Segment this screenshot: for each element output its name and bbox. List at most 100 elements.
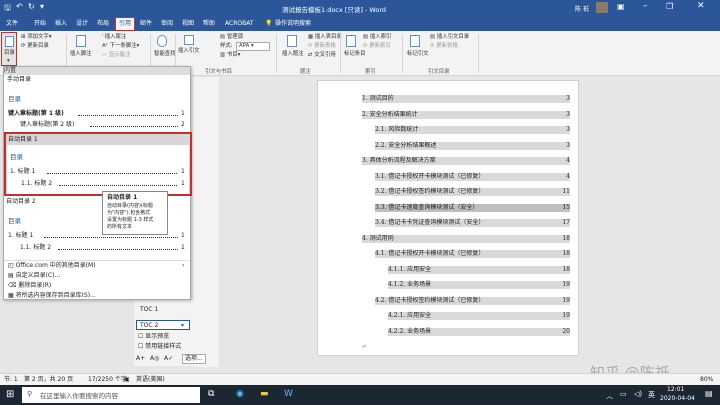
document-page[interactable]: 1. 测试目的 3 2. 安全分析结果统计 3 2.1. 风险数统计 3 2.2. 安全分析… [317, 80, 579, 356]
toc-entry[interactable]: 4.2.2. 业务场景 20 [388, 327, 570, 336]
show-notes-button[interactable]: ▭ 显示备注 [102, 52, 130, 59]
update-toc-button[interactable]: ⟳ 更新目录 [21, 43, 49, 50]
clock-date[interactable]: 2020-04-04 [660, 395, 695, 402]
tab-home[interactable]: 开始 [31, 18, 49, 29]
toc-entry-page: 19 [562, 296, 570, 304]
status-language[interactable]: 英语(美国) [136, 376, 165, 384]
toc-entry[interactable]: 2. 安全分析结果统计 3 [362, 110, 570, 119]
toc-entry[interactable]: 3. 具体分析流程及解决方案 4 [362, 157, 570, 165]
status-page[interactable]: 第 2 页，共 20 页 [24, 376, 73, 384]
notification-icon[interactable]: ▤ [705, 389, 713, 398]
tab-acrobat[interactable]: ACROBAT [222, 18, 257, 29]
disable-linked-checkbox[interactable]: ☐ 禁用链接样式 [138, 343, 181, 351]
network-icon[interactable]: ▭ [620, 390, 627, 398]
tab-mailings[interactable]: 邮件 [137, 18, 155, 29]
tooltip: 自动目录 1 自动目录(内容)(标题 为"内容"),包含格式 设置为标题 1-3… [102, 191, 168, 235]
insert-index-button[interactable]: ▤ 插入索引 [363, 34, 391, 41]
toc-entry[interactable]: 4.2.1. 应用安全 19 [388, 312, 570, 320]
toc-entry[interactable]: 1. 测试目的 3 [362, 95, 570, 103]
update-table-button[interactable]: ⟳ 更新表格 [308, 43, 336, 50]
redo-icon[interactable]: ↻ [28, 2, 35, 11]
insert-endnote-button[interactable]: ⁱ 插入尾注 [102, 34, 126, 41]
insert-table-of-authorities-button[interactable]: ▤ 插入引文目录 [430, 34, 469, 41]
tab-view[interactable]: 视图 [179, 18, 197, 29]
toc-entry[interactable]: 2.2. 安全分析结果概述 3 [375, 141, 570, 150]
style-item-toc1[interactable]: TOC 1 [140, 306, 158, 314]
update-index-button[interactable]: ⟳ 更新索引 [363, 43, 391, 50]
windows-start-icon[interactable]: ⊞ [6, 389, 14, 400]
task-view-icon[interactable]: ⧉ [208, 389, 214, 399]
save-icon[interactable]: 🖫 [4, 2, 11, 16]
insert-caption-button[interactable]: 插入题注 [282, 51, 304, 58]
taskbar-search[interactable]: ⚲ 在这里输入你要搜索的内容 [22, 387, 200, 403]
next-footnote-button[interactable]: A¹ 下一条脚注▾ [102, 43, 139, 50]
minimize-icon[interactable]: – [643, 1, 648, 11]
options-button[interactable]: 选项... [182, 354, 206, 364]
style-inspector-icon[interactable]: A◎ [150, 355, 159, 363]
toc-entry[interactable]: 4.1.2. 业务场景 19 [388, 281, 570, 289]
mark-citation-button[interactable]: 标记引文 [407, 51, 429, 58]
manage-sources-button[interactable]: ▤ 管理源 [220, 34, 243, 41]
insert-footnote-button[interactable]: 插入脚注 [70, 51, 92, 58]
auto-toc-2-level2: 1.1. 标题 2 [20, 244, 52, 251]
undo-icon[interactable]: ↶ [16, 2, 23, 11]
tab-insert[interactable]: 插入 [52, 18, 70, 29]
insert-citation-button[interactable]: 插入引文 [178, 48, 200, 55]
user-name[interactable]: 陈 祇 [575, 4, 589, 13]
menu-more-tocs[interactable]: ◰ Office.com 中的其他目录(M) [8, 262, 96, 270]
browser-icon[interactable]: ◉ [236, 389, 244, 399]
toc-entry[interactable]: 3.1. 借记卡授权开卡模块测试（已修复） 4 [375, 172, 570, 181]
ime-icon[interactable]: 英 [648, 390, 655, 400]
ribbon-display-icon[interactable]: ▣ [617, 2, 625, 11]
quick-access-dropdown-icon[interactable]: ▾ [40, 2, 44, 11]
toc-button[interactable]: 目录 ▾ [1, 32, 17, 66]
menu-custom-toc[interactable]: ▤ 自定义目录(C)... [8, 272, 60, 280]
volume-icon[interactable]: ◁) [634, 390, 642, 398]
toc-entry[interactable]: 4.2. 借记卡授权签约模块测试（已修复） 19 [375, 296, 570, 305]
toc-entry[interactable]: 3.2. 借记卡授权签约模块测试（已修复） 11 [375, 188, 570, 196]
style-select[interactable]: APA ▾ [236, 42, 270, 51]
status-zoom[interactable]: 80% [700, 376, 713, 384]
avatar[interactable] [596, 2, 608, 13]
toc-entry[interactable]: 4. 测试用例 18 [362, 234, 570, 243]
status-section[interactable]: 节: 1 [4, 376, 18, 384]
proofing-icon[interactable]: ▣ [124, 376, 130, 384]
style-item-toc2[interactable]: TOC 2 ▾ [136, 320, 190, 330]
toc-entry[interactable]: 3.3. 借记卡速度查询模块测试（安全） 15 [375, 203, 570, 212]
update-table2-button[interactable]: ⟳ 更新表格 [430, 43, 458, 50]
show-preview-checkbox[interactable]: ☐ 显示预览 [138, 333, 169, 341]
toc-entry[interactable]: 3.4. 借记卡卡凭证查询模块测试（安全） 17 [375, 219, 570, 227]
mark-entry-button[interactable]: 标记条目 [344, 51, 366, 58]
restore-icon[interactable]: ❐ [666, 2, 673, 11]
clock-time[interactable]: 12:01 [667, 386, 684, 393]
cross-reference-button[interactable]: ⇄ 交叉引用 [308, 52, 336, 59]
auto-toc-1-option[interactable]: 自动目录 1 目录 1. 标题 1 1 1.1. 标题 2 1 [4, 132, 192, 196]
tab-review[interactable]: 审阅 [158, 18, 176, 29]
tell-me-search[interactable]: 操作说明搜索 [272, 18, 314, 29]
menu-save-to-gallery[interactable]: ▦ 将所选内容保存到目录库(S)... [8, 292, 96, 300]
chevron-down-icon: ▾ [7, 58, 10, 64]
tray-chevron-icon[interactable]: ︿ [606, 391, 613, 401]
file-explorer-icon[interactable]: ▬ [260, 389, 269, 399]
tab-layout[interactable]: 布局 [94, 18, 112, 29]
smart-lookup-button[interactable]: 智能查找 [154, 51, 176, 58]
toc-entry[interactable]: 2.1. 风险数统计 3 [375, 126, 570, 134]
toc-entry[interactable]: 4.1. 借记卡授权开卡模块测试（已修复） 18 [375, 250, 570, 258]
tab-help[interactable]: 帮助 [200, 18, 218, 29]
tab-design[interactable]: 设计 [73, 18, 91, 29]
bibliography-button[interactable]: ▥ 书目▾ [220, 52, 240, 59]
insert-table-of-figures-button[interactable]: ▦ 插入表目录 [308, 34, 342, 41]
close-icon[interactable]: ✕ [697, 1, 705, 11]
menu-remove-toc[interactable]: ⌫ 删除目录(R) [8, 282, 51, 290]
status-bar: 节: 1 第 2 页，共 20 页 17/2250 个字 ▣ 英语(美国) 80… [0, 373, 720, 385]
add-text-button[interactable]: ⊞ 添加文字▾ [21, 34, 52, 41]
word-taskbar-icon[interactable]: W [284, 389, 293, 399]
tab-references[interactable]: 引用 [115, 17, 136, 31]
toc-entry-text: 3.3. 借记卡速度查询模块测试（安全） [375, 203, 479, 211]
tab-file[interactable]: 文件 [3, 18, 21, 29]
manage-styles-icon[interactable]: A✓ [164, 355, 173, 363]
new-style-icon[interactable]: A+ [136, 355, 145, 363]
status-words[interactable]: 17/2250 个字 [88, 376, 127, 384]
toc-entry[interactable]: 4.1.1. 应用安全 18 [388, 265, 570, 274]
manual-toc-option[interactable]: 目录 键入章标题(第 1 级) 1 键入章标题(第 2 级) 2 [4, 85, 190, 133]
